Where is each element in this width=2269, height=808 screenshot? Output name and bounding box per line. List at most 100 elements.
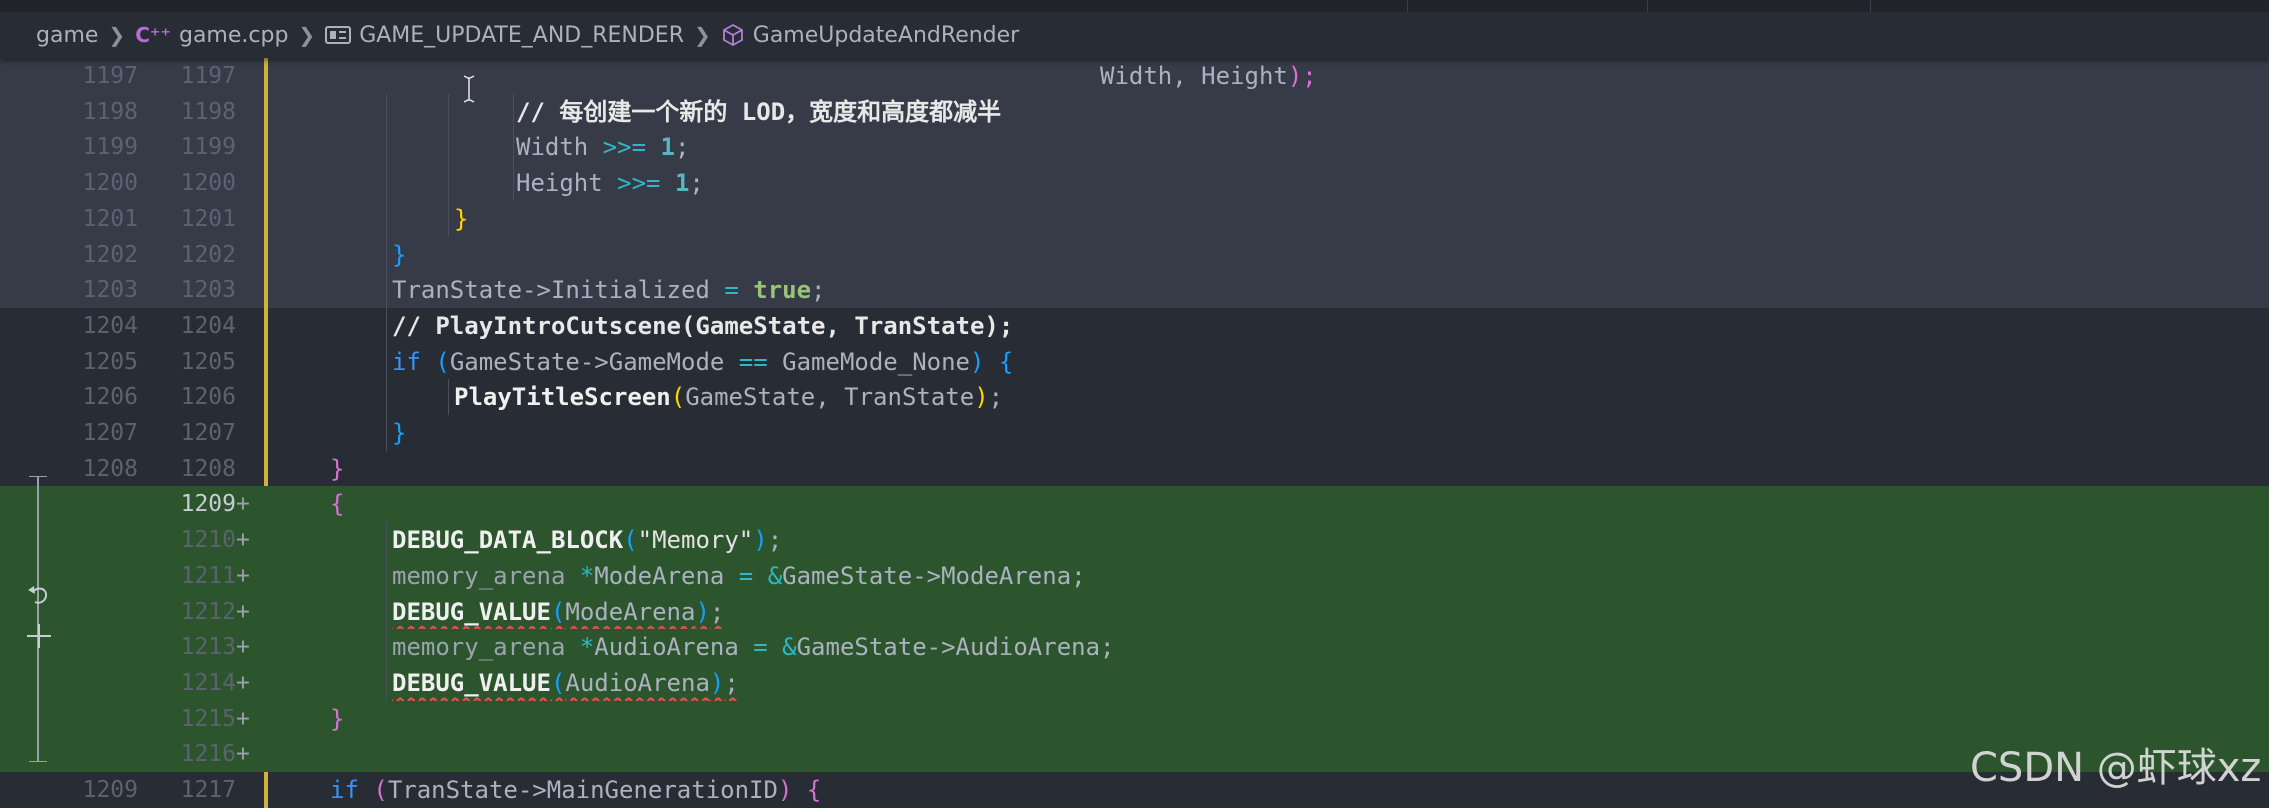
original-line-number: 1199 <box>82 134 138 161</box>
code-line[interactable]: 1201 1201} <box>0 200 2269 237</box>
code-token: // PlayIntroCutscene(GameState, TranStat… <box>392 311 1014 340</box>
code-token: ModeArena <box>594 561 739 590</box>
modified-gutter-marker <box>264 629 268 666</box>
code-token: >>= <box>617 169 661 198</box>
breadcrumb-folder[interactable]: game <box>36 23 98 48</box>
code-text[interactable]: if (GameState->GameMode == GameMode_None… <box>392 344 1013 380</box>
code-token: DEBUG_VALUE <box>392 668 551 697</box>
code-token: ; <box>689 169 704 198</box>
modified-gutter-marker <box>264 58 268 94</box>
code-text[interactable]: Width >>= 1; <box>516 129 689 165</box>
code-text[interactable]: DEBUG_VALUE(AudioArena); <box>392 665 739 701</box>
code-text[interactable]: // 每创建一个新的 LOD，宽度和高度都减半 <box>516 94 1001 130</box>
code-line[interactable]: 1197 1197 Width, Height); <box>0 58 2269 94</box>
modified-line-number: 1200 <box>180 170 236 197</box>
revert-icon[interactable] <box>24 582 54 610</box>
added-code-line[interactable]: 1213 + memory_arena *AudioArena = &GameSta… <box>0 629 2269 666</box>
tab-segment[interactable] <box>1407 0 1648 12</box>
code-line[interactable]: 1209 1217 if (TranState->MainGenerationID)… <box>0 772 2269 808</box>
code-token: * <box>579 633 595 662</box>
added-code-line[interactable]: 1209 + { <box>0 486 2269 523</box>
code-token: // 每创建一个新的 LOD，宽度和高度都减半 <box>516 97 1002 126</box>
code-line[interactable]: 1204 1204 // PlayIntroCutscene(GameState, … <box>0 307 2269 344</box>
tab-segment[interactable] <box>0 0 1408 12</box>
modified-line-number: 1216 <box>180 741 236 768</box>
diff-gutter-indicator <box>37 476 39 762</box>
added-line-marker: + <box>236 491 250 518</box>
modified-gutter-marker <box>264 200 268 237</box>
code-text[interactable]: } <box>392 415 406 451</box>
code-token: } <box>330 454 345 483</box>
code-line[interactable]: 1208 1208} <box>0 450 2269 487</box>
code-text[interactable]: Width, Height); <box>1100 58 1317 94</box>
code-line[interactable]: 1203 1203 TranState->Initialized = true; <box>0 272 2269 309</box>
code-text[interactable]: DEBUG_VALUE(ModeArena); <box>392 594 724 630</box>
added-code-line[interactable]: 1211 + memory_arena *ModeArena = &GameStat… <box>0 557 2269 594</box>
code-line[interactable]: 1202 1202} <box>0 236 2269 273</box>
original-line-number: 1201 <box>82 205 138 232</box>
code-text[interactable]: memory_arena *AudioArena = &GameState->A… <box>392 629 1115 665</box>
added-code-line[interactable]: 1216 + <box>0 736 2269 773</box>
code-editor[interactable]: 1197 1197 Width, Height); 1198 1198 // 每创建一个新… <box>0 58 2269 808</box>
code-text[interactable]: memory_arena *ModeArena = &GameState->Mo… <box>392 558 1086 594</box>
indent-guide <box>386 593 387 630</box>
modified-gutter-marker <box>264 772 268 808</box>
code-token: ) <box>970 347 985 376</box>
code-text[interactable]: PlayTitleScreen(GameState, TranState); <box>454 379 1003 415</box>
original-line-number: 1198 <box>82 98 138 125</box>
indent-guide <box>386 664 387 701</box>
code-token: PlayTitleScreen <box>454 383 671 412</box>
code-line[interactable]: 1206 1206 PlayTitleScreen(GameState, TranS… <box>0 379 2269 416</box>
breadcrumb-enum-label: GAME_UPDATE_AND_RENDER <box>359 22 684 48</box>
indent-guide <box>386 165 387 202</box>
breadcrumb-function-symbol[interactable]: GameUpdateAndRender <box>721 23 1019 48</box>
code-text[interactable]: { <box>330 486 344 522</box>
code-text[interactable]: } <box>392 237 406 273</box>
code-text[interactable]: if (TranState->MainGenerationID) { <box>330 772 821 808</box>
code-line[interactable]: 1200 1200 Height >>= 1; <box>0 165 2269 202</box>
code-token: GameMode_None <box>767 347 970 376</box>
tab-bar-strip <box>0 0 2269 12</box>
code-line[interactable]: 1207 1207} <box>0 415 2269 451</box>
added-code-line[interactable]: 1210 + DEBUG_DATA_BLOCK("Memory"); <box>0 522 2269 559</box>
code-text[interactable]: } <box>454 201 468 237</box>
indent-guide <box>386 415 387 451</box>
added-code-line[interactable]: 1214 + DEBUG_VALUE(AudioArena); <box>0 664 2269 701</box>
code-token: ) <box>753 526 768 555</box>
tab-segment[interactable] <box>1647 0 1871 12</box>
original-line-number <box>60 701 138 737</box>
modified-line-number: 1213 <box>180 634 236 661</box>
code-text[interactable]: } <box>330 451 344 487</box>
added-line-marker: + <box>236 562 250 589</box>
modified-line-number: 1204 <box>180 312 236 339</box>
cpp-file-icon: C⁺⁺ <box>135 23 171 47</box>
original-line-number: 1202 <box>82 241 138 268</box>
modified-gutter-marker <box>264 593 268 630</box>
modified-line-number: 1207 <box>180 420 236 446</box>
original-line-number: 1200 <box>82 170 138 197</box>
code-token: ( <box>670 383 686 412</box>
code-token: Height <box>516 169 618 198</box>
code-text[interactable]: DEBUG_DATA_BLOCK("Memory"); <box>392 522 782 558</box>
plus-icon[interactable] <box>24 621 54 651</box>
code-token: { <box>806 776 822 804</box>
added-code-line[interactable]: 1212 + DEBUG_VALUE(ModeArena); <box>0 593 2269 630</box>
code-line[interactable]: 1198 1198 // 每创建一个新的 LOD，宽度和高度都减半 <box>0 93 2269 130</box>
code-text[interactable]: } <box>330 701 344 737</box>
modified-gutter-marker <box>264 522 268 559</box>
breadcrumb-enum-symbol[interactable]: GAME_UPDATE_AND_RENDER <box>325 23 684 48</box>
modified-line-number: 1210 <box>180 527 236 554</box>
code-line[interactable]: 1205 1205 if (GameState->GameMode == GameM… <box>0 343 2269 380</box>
code-text[interactable]: // PlayIntroCutscene(GameState, TranStat… <box>392 308 1013 344</box>
code-token: ) <box>695 597 710 626</box>
breadcrumb-file[interactable]: C⁺⁺ game.cpp <box>135 23 288 48</box>
code-text[interactable]: Height >>= 1; <box>516 165 704 201</box>
code-text[interactable]: TranState->Initialized = true; <box>392 272 826 308</box>
code-token: ( <box>435 347 450 376</box>
code-token: 1 <box>674 169 690 198</box>
code-token: ( <box>550 597 566 626</box>
added-code-line[interactable]: 1215 +} <box>0 700 2269 737</box>
code-line[interactable]: 1199 1199 Width >>= 1; <box>0 129 2269 166</box>
